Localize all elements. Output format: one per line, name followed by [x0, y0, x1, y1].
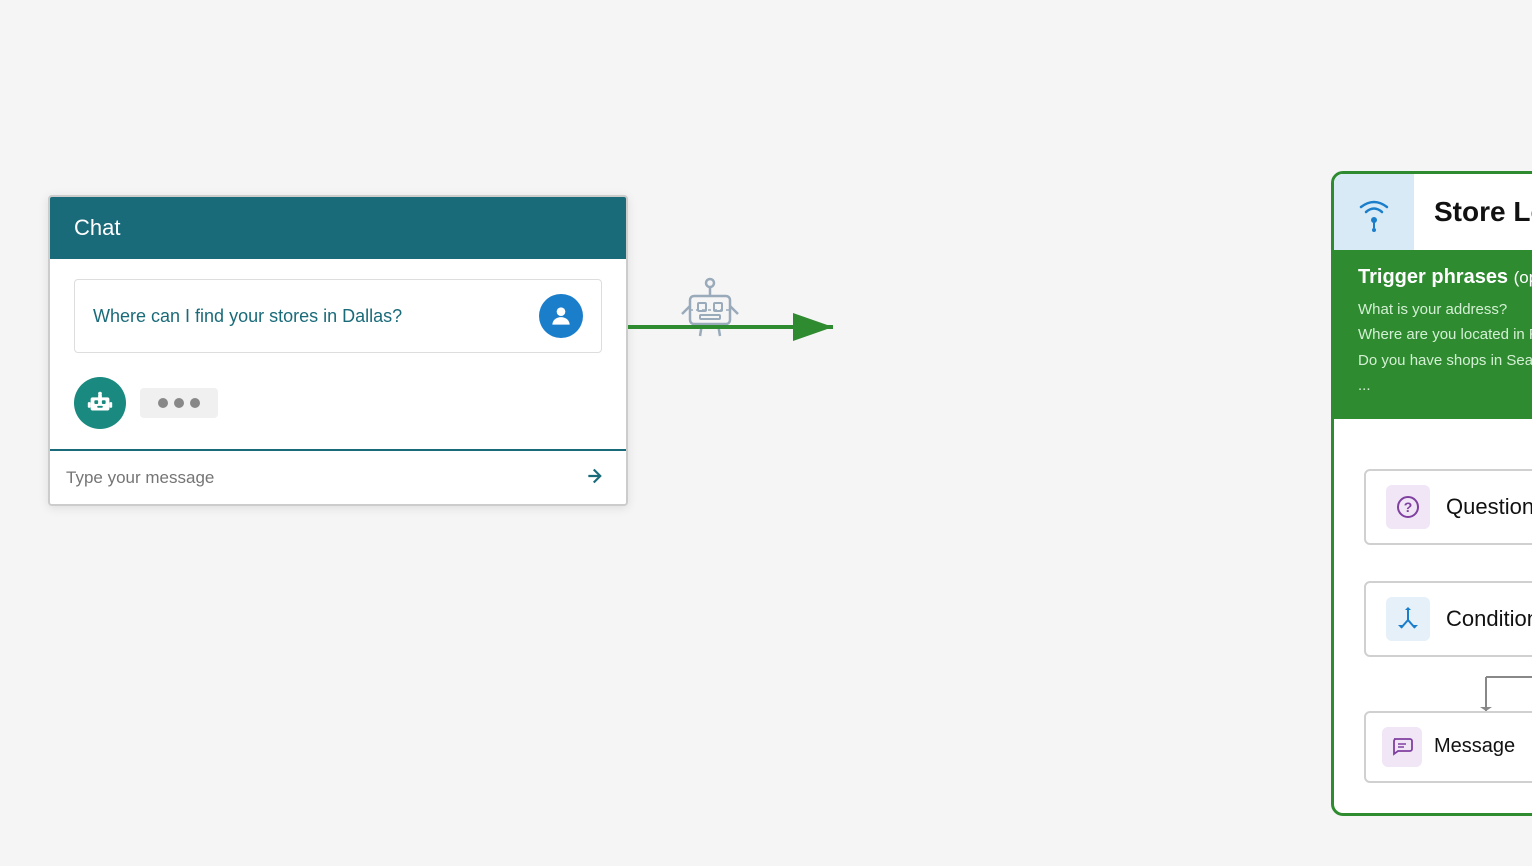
chat-message-text: Where can I find your stores in Dallas? — [93, 306, 402, 327]
branch-nodes: Message Redirect — [1364, 711, 1532, 783]
message-icon-box — [1382, 727, 1422, 767]
condition-icon — [1395, 606, 1421, 632]
trigger-phrases-box: Trigger phrases (optional) What is your … — [1334, 250, 1532, 419]
chat-message-bubble: Where can I find your stores in Dallas? — [74, 279, 602, 353]
condition-node[interactable]: Condition — [1364, 581, 1532, 657]
trigger-title-box: Store Locations — [1414, 174, 1532, 250]
user-icon — [548, 303, 574, 329]
canvas: Chat Where can I find your stores in Dal… — [0, 0, 1532, 866]
chat-body: Where can I find your stores in Dallas? — [50, 259, 626, 449]
chat-title: Chat — [74, 215, 120, 240]
condition-label: Condition — [1446, 606, 1532, 632]
flow-title: Store Locations — [1434, 196, 1532, 228]
trigger-wifi-icon — [1354, 192, 1394, 232]
trigger-phrase-ellipsis: ... — [1358, 373, 1532, 399]
message-label: Message — [1434, 735, 1515, 758]
trigger-optional: (optional) — [1514, 268, 1532, 287]
question-icon: ? — [1395, 494, 1421, 520]
question-icon-box: ? — [1386, 485, 1430, 529]
chat-input-row[interactable] — [50, 449, 626, 504]
message-icon — [1390, 735, 1414, 759]
question-node[interactable]: ? Question — [1364, 469, 1532, 545]
chat-bot-row — [74, 377, 602, 429]
send-button[interactable] — [584, 463, 610, 492]
send-icon — [584, 463, 610, 489]
message-node[interactable]: Message — [1364, 711, 1532, 783]
typing-dot-2 — [174, 398, 184, 408]
flow-nodes: ? Question — [1334, 419, 1532, 813]
question-label: Question — [1446, 494, 1532, 520]
trigger-phrase-1: What is your address? — [1358, 297, 1532, 323]
trigger-header: Store Locations — [1334, 174, 1532, 250]
trigger-phrase-3: Do you have shops in Seattle? — [1358, 348, 1532, 374]
chat-header: Chat — [50, 197, 626, 259]
trigger-phrases-title: Trigger phrases (optional) — [1358, 266, 1532, 289]
user-avatar — [539, 294, 583, 338]
typing-dot-1 — [158, 398, 168, 408]
branch-container: Message Redirect — [1364, 657, 1532, 783]
condition-icon-box — [1386, 597, 1430, 641]
trigger-icon-box — [1334, 174, 1414, 250]
svg-text:?: ? — [1404, 499, 1413, 515]
trigger-phrase-2: Where are you located in Redmond? — [1358, 322, 1532, 348]
main-arrow — [628, 305, 848, 349]
branch-lines-svg — [1366, 657, 1532, 711]
bot-icon — [85, 388, 115, 418]
typing-dot-3 — [190, 398, 200, 408]
bot-avatar — [74, 377, 126, 429]
flow-panel: Store Locations Trigger phrases (optiona… — [1331, 171, 1532, 816]
chat-typing-indicator — [140, 388, 218, 418]
chat-input[interactable] — [66, 468, 584, 488]
chat-panel: Chat Where can I find your stores in Dal… — [48, 195, 628, 506]
